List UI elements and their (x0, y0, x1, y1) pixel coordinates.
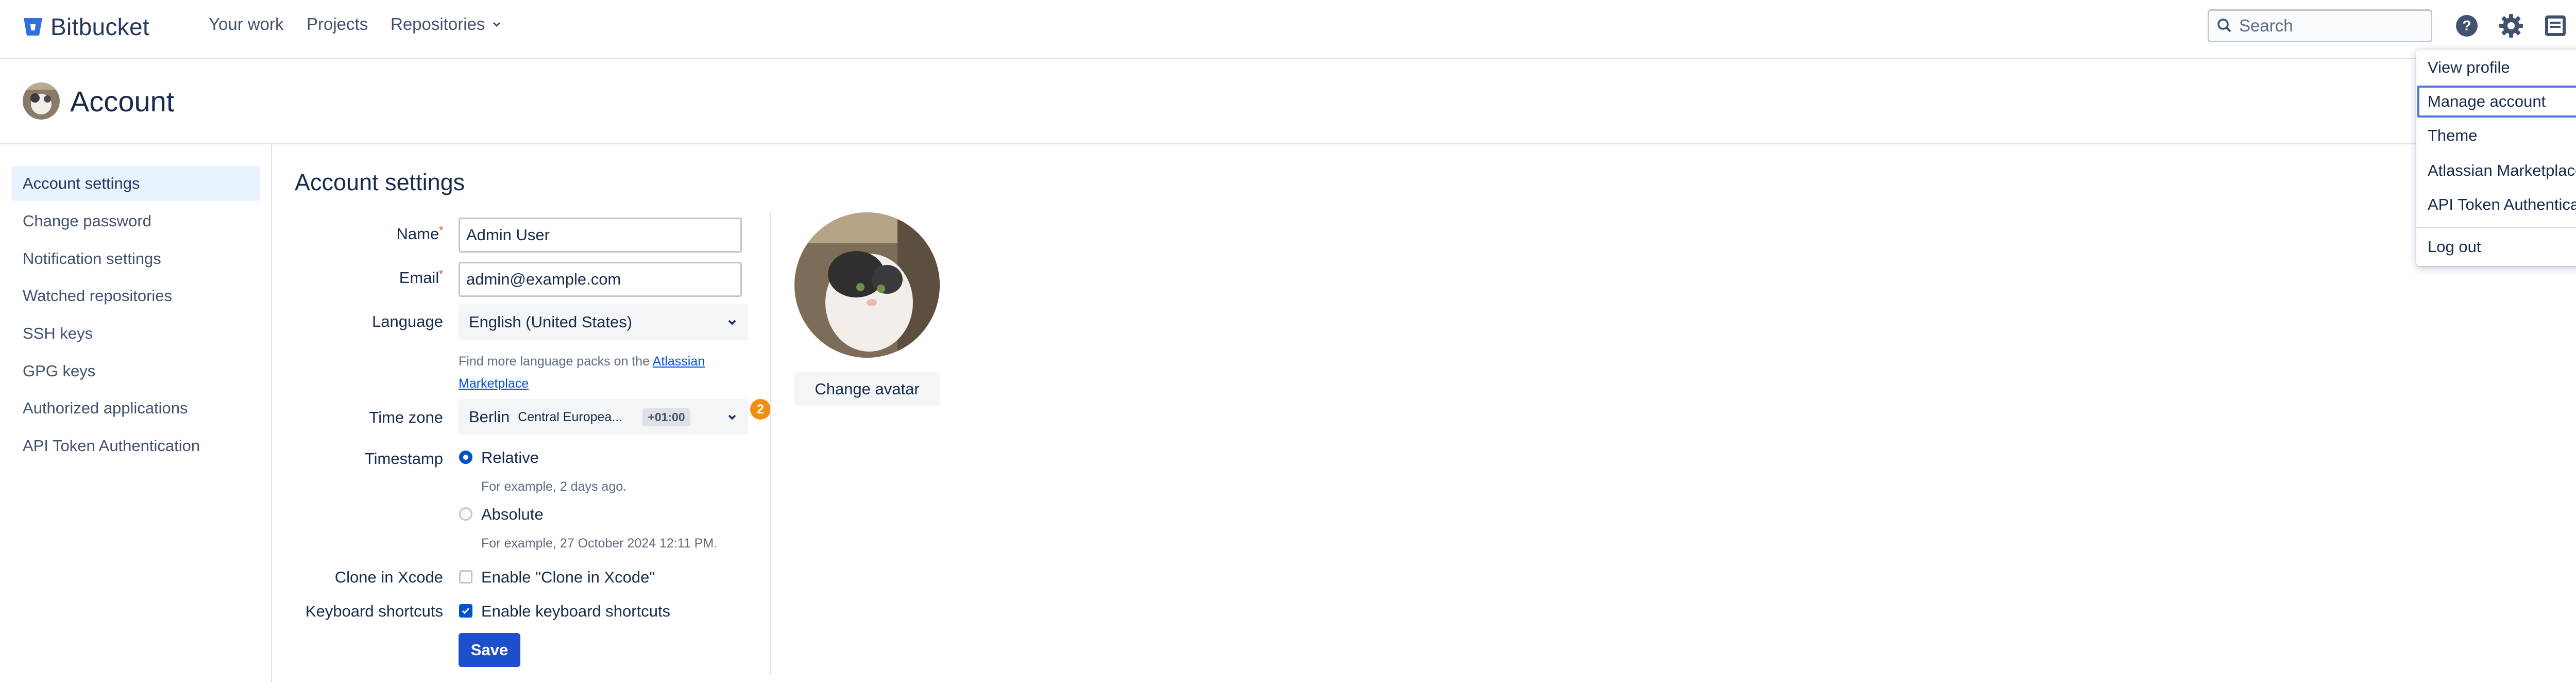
sidebar-item-account-settings[interactable]: Account settings (11, 166, 260, 201)
change-avatar-button[interactable]: Change avatar (794, 372, 940, 406)
keyboard-shortcuts-option-label[interactable]: Enable keyboard shortcuts (481, 602, 670, 621)
nav-repositories-label: Repositories (391, 14, 485, 34)
nav-repositories-dropdown[interactable]: Repositories (391, 14, 502, 34)
menu-item-atlassian-marketplace[interactable]: Atlassian Marketplace (2416, 154, 2576, 188)
form-divider (770, 211, 771, 675)
account-avatar (23, 82, 60, 120)
nav-projects[interactable]: Projects (307, 14, 368, 34)
save-button[interactable]: Save (459, 633, 520, 667)
avatar-image (794, 212, 940, 358)
menu-item-theme[interactable]: Theme (2416, 119, 2576, 153)
menu-item-view-profile[interactable]: View profile (2416, 51, 2576, 85)
chevron-down-icon (728, 414, 736, 420)
search-box[interactable] (2208, 9, 2432, 42)
timezone-city: Berlin (469, 408, 510, 426)
help-icon: ? (2456, 15, 2478, 37)
email-label: Email* (289, 269, 443, 287)
bitbucket-icon (24, 18, 42, 36)
avatar-image (23, 82, 60, 120)
email-label-text: Email (399, 269, 439, 287)
search-input[interactable] (2238, 15, 2415, 36)
timezone-region: Central Europea... (518, 409, 623, 424)
nav-your-work[interactable]: Your work (209, 14, 284, 34)
atlassian-marketplace-link[interactable]: Atlassian (653, 354, 705, 369)
xcode-label: Clone in Xcode (334, 568, 443, 586)
timezone-select[interactable]: Berlin Central Europea... +01:00 (459, 399, 748, 435)
timezone-offset: +01:00 (642, 408, 690, 426)
atlassian-marketplace-link-2[interactable]: Marketplace (459, 376, 529, 391)
search-icon (2217, 19, 2231, 32)
keyboard-shortcuts-label: Keyboard shortcuts (305, 602, 443, 620)
sidebar-item-gpg-keys[interactable]: GPG keys (11, 354, 260, 389)
timestamp-absolute-radio[interactable] (459, 507, 472, 521)
chevron-down-icon (728, 320, 736, 325)
svg-text:?: ? (2462, 18, 2471, 34)
notes-icon (2545, 15, 2566, 36)
timestamp-absolute-label[interactable]: Absolute (481, 505, 544, 524)
menu-item-api-token-authentication[interactable]: API Token Authentication (2416, 188, 2576, 222)
help-button[interactable]: ? (2452, 11, 2481, 40)
chevron-down-icon (493, 22, 501, 27)
language-help-text: Find more language packs on the (459, 354, 650, 369)
sidebar-item-change-password[interactable]: Change password (11, 204, 260, 239)
timestamp-relative-radio[interactable] (459, 451, 472, 464)
language-label: Language (372, 312, 443, 330)
sidebar-item-authorized-applications[interactable]: Authorized applications (11, 391, 260, 426)
language-help: Find more language packs on the Atlassia… (459, 351, 705, 395)
sidebar-item-watched-repositories[interactable]: Watched repositories (11, 278, 260, 313)
step-badge-2: 2 (750, 399, 771, 420)
timestamp-relative-example: For example, 2 days ago. (481, 479, 627, 494)
content-title: Account settings (295, 169, 465, 195)
menu-separator (2416, 227, 2576, 228)
checkmark-icon (462, 608, 470, 614)
xcode-checkbox[interactable] (459, 570, 472, 584)
menu-item-manage-account[interactable]: Manage account (2416, 85, 2576, 119)
menu-item-theme-label: Theme (2428, 126, 2478, 144)
settings-button[interactable] (2497, 11, 2526, 40)
language-value: English (United States) (469, 313, 633, 331)
required-mark: * (439, 225, 443, 236)
menu-item-log-out[interactable]: Log out (2416, 230, 2576, 264)
required-mark: * (439, 269, 443, 280)
timestamp-relative-label[interactable]: Relative (481, 448, 539, 467)
notes-button[interactable] (2541, 11, 2570, 40)
bitbucket-logo[interactable]: Bitbucket (23, 11, 149, 42)
xcode-option-label[interactable]: Enable "Clone in Xcode" (481, 568, 655, 587)
name-label-text: Name (396, 225, 439, 243)
timestamp-absolute-example: For example, 27 October 2024 12:11 PM. (481, 536, 718, 551)
email-field[interactable] (459, 262, 742, 297)
sidebar-item-ssh-keys[interactable]: SSH keys (11, 316, 260, 351)
logo-text: Bitbucket (50, 13, 149, 40)
page-title: Account (70, 85, 175, 118)
language-select[interactable]: English (United States) (459, 304, 748, 340)
sidebar-item-notification-settings[interactable]: Notification settings (11, 241, 260, 276)
gear-icon (2499, 14, 2523, 38)
top-navigation-bar (0, 0, 2576, 59)
timestamp-label: Timestamp (364, 450, 443, 468)
timezone-label: Time zone (369, 408, 443, 426)
profile-avatar (794, 212, 940, 358)
sidebar-item-api-token-authentication[interactable]: API Token Authentication (11, 428, 260, 463)
keyboard-shortcuts-checkbox[interactable] (459, 604, 472, 618)
name-label: Name* (289, 225, 444, 243)
header-divider (0, 143, 2576, 144)
name-field[interactable] (459, 218, 742, 253)
